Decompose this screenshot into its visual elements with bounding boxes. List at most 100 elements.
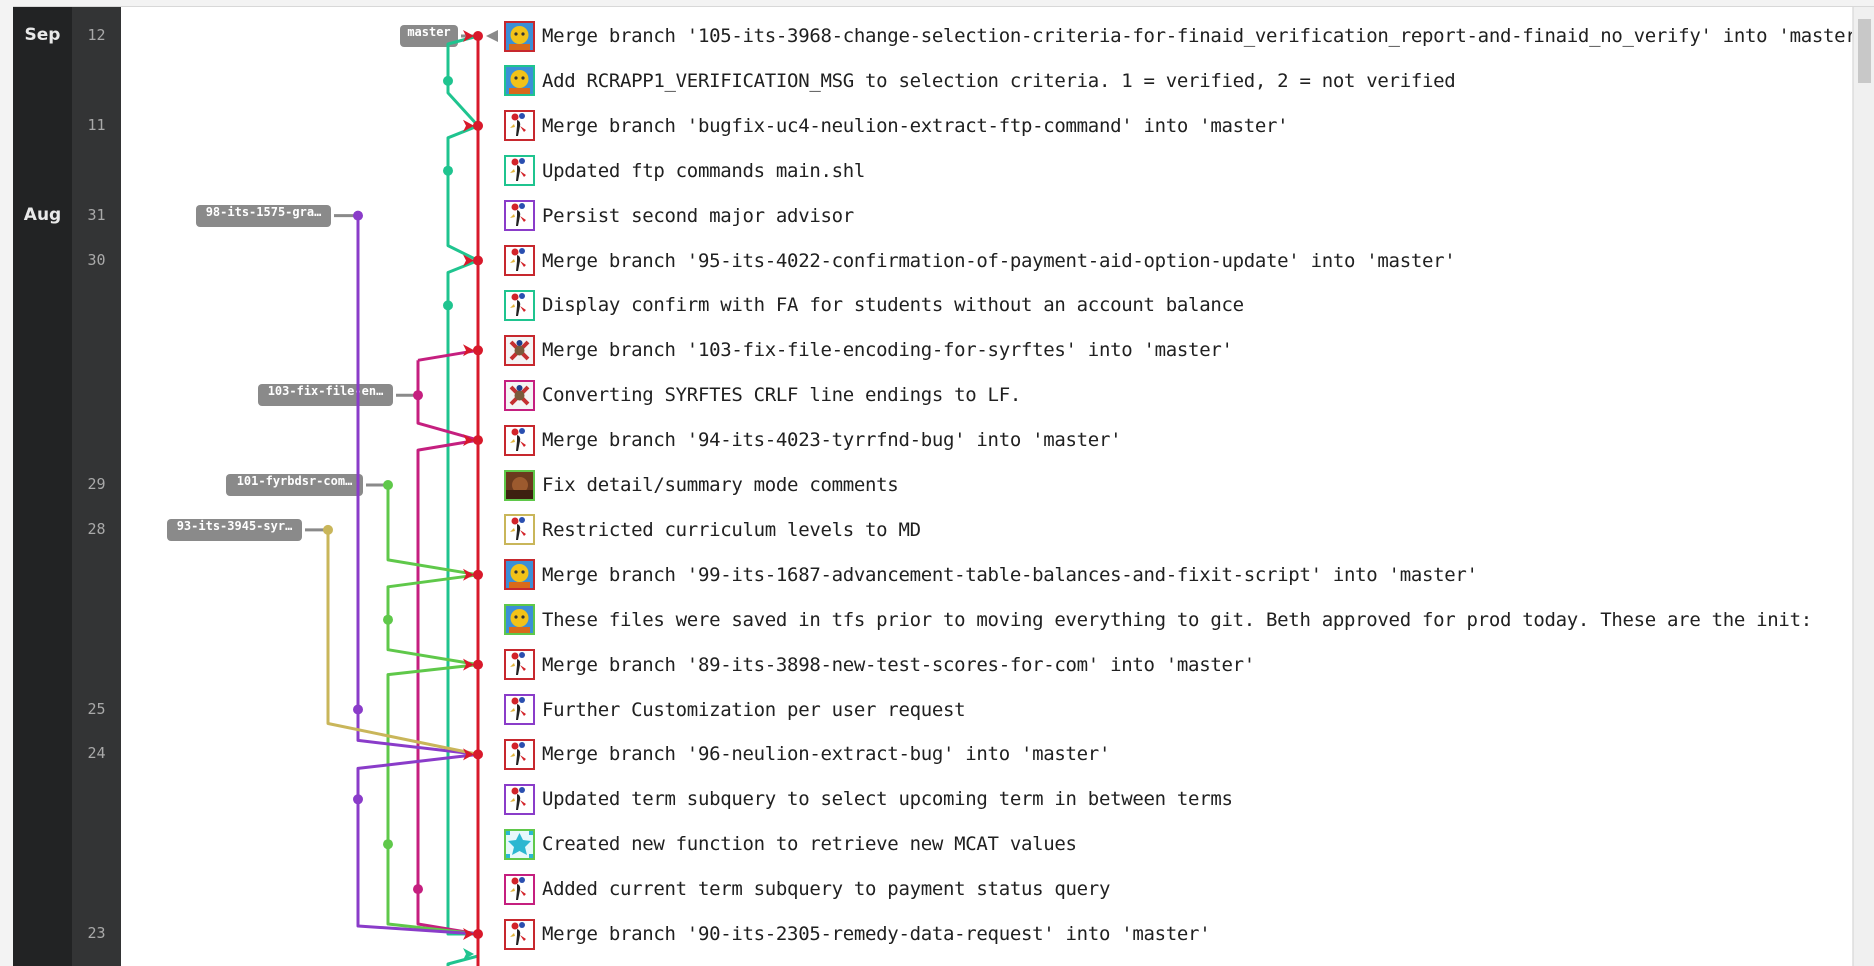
commit-message: Merge branch '89-its-3898-new-test-score…: [542, 653, 1255, 676]
avatar-image: [506, 696, 533, 723]
commit-row[interactable]: Merge branch '94-its-4023-tyrrfnd-bug' i…: [504, 418, 1122, 462]
commit-row[interactable]: Added current term subquery to payment s…: [504, 867, 1110, 911]
commit-dot-master: [473, 255, 483, 266]
commit-message: Merge branch '94-its-4023-tyrrfnd-bug' i…: [542, 429, 1122, 452]
avatar-image: [506, 67, 533, 95]
avatar-image: [506, 875, 533, 903]
commit-message: Merge branch 'bugfix-uc4-neulion-extract…: [542, 114, 1289, 137]
commit-row[interactable]: Updated term subquery to select upcoming…: [504, 777, 1233, 821]
merge-arrow: [463, 748, 474, 761]
commit-dot-master: [473, 435, 483, 446]
commit-message: Merge branch '99-its-1687-advancement-ta…: [542, 563, 1478, 586]
branch-line-green: [386, 573, 479, 667]
avatar-image: [506, 157, 533, 185]
avatar-image: [506, 740, 533, 768]
commit-row[interactable]: Merge branch '99-its-1687-advancement-ta…: [504, 553, 1478, 597]
branch-line-green: [386, 485, 479, 577]
commit-row[interactable]: Merge branch '90-its-2305-remedy-data-re…: [504, 912, 1211, 956]
commit-message: Add RCRAPP1_VERIFICATION_MSG to selectio…: [542, 69, 1456, 92]
author-avatar: [504, 694, 535, 725]
author-avatar: [504, 245, 535, 276]
commit-row[interactable]: Persist second major advisor: [504, 194, 854, 238]
avatar-image: [506, 112, 533, 140]
commit-dot-purple: [353, 794, 363, 805]
avatar-image: [506, 651, 533, 679]
commit-row[interactable]: These files were saved in tfs prior to m…: [504, 598, 1812, 642]
branch-line-teal: [446, 124, 479, 262]
commit-dot-teal: [443, 300, 453, 311]
author-avatar: [504, 65, 535, 97]
commit-row[interactable]: Merge branch '96-neulion-extract-bug' in…: [504, 732, 1110, 776]
avatar-image: [506, 291, 533, 319]
commit-dot-green: [383, 614, 393, 625]
author-avatar: [504, 110, 535, 142]
commit-row[interactable]: Restricted curriculum levels to MD: [504, 508, 921, 552]
avatar-image: [506, 830, 533, 858]
commit-message: Updated term subquery to select upcoming…: [542, 788, 1233, 811]
commit-message: Created new function to retrieve new MCA…: [542, 833, 1077, 856]
commit-row[interactable]: Merge branch 'bugfix-uc4-neulion-extract…: [504, 104, 1289, 148]
commit-message: Merge branch '90-its-2305-remedy-data-re…: [542, 923, 1211, 945]
commit-row[interactable]: Merge branch '89-its-3898-new-test-score…: [504, 643, 1255, 687]
avatar-image: [506, 202, 533, 230]
author-avatar: [504, 155, 535, 187]
commit-row[interactable]: Display confirm with FA for students wit…: [504, 283, 1244, 327]
commit-dot-green: [383, 839, 393, 850]
commit-message: Persist second major advisor: [542, 204, 854, 227]
avatar-image: [506, 336, 533, 364]
author-avatar: [504, 424, 535, 456]
avatar-image: [506, 561, 533, 589]
commit-message: Display confirm with FA for students wit…: [542, 294, 1244, 317]
avatar-image: [506, 516, 533, 544]
commit-row[interactable]: Fix detail/summary mode comments: [504, 463, 899, 507]
avatar-image: [506, 606, 533, 634]
commit-dot-master: [473, 659, 483, 670]
scrollbar-thumb[interactable]: [1858, 19, 1871, 83]
avatar-image: [506, 247, 533, 274]
commit-dot-master: [473, 569, 483, 580]
author-avatar: [504, 559, 535, 591]
branch-line-green: [386, 663, 479, 936]
avatar-image: [506, 471, 533, 499]
commit-dot-master: [473, 345, 483, 356]
author-avatar: [504, 379, 535, 411]
commit-dot-teal: [443, 75, 453, 86]
branch-line-teal: [446, 259, 479, 936]
author-avatar: [504, 738, 535, 770]
avatar-image: [506, 785, 533, 813]
vertical-scrollbar[interactable]: [1853, 7, 1874, 966]
author-avatar: [504, 649, 535, 681]
commit-row[interactable]: Add RCRAPP1_VERIFICATION_MSG to selectio…: [504, 59, 1456, 103]
commit-dot-green: [383, 480, 393, 490]
commit-message: These files were saved in tfs prior to m…: [542, 608, 1812, 631]
commit-row[interactable]: Further Customization per user request: [504, 688, 966, 732]
commit-row[interactable]: Created new function to retrieve new MCA…: [504, 822, 1077, 866]
commit-dot-purple: [353, 704, 363, 715]
author-avatar: [504, 604, 535, 636]
commit-row[interactable]: Merge branch '105-its-3968-change-select…: [504, 14, 1868, 58]
commit-dot-teal: [443, 165, 453, 176]
commit-message: Restricted curriculum levels to MD: [542, 518, 921, 541]
commit-dot-master: [473, 120, 483, 131]
commit-row[interactable]: Updated ftp commands main.shl: [504, 149, 865, 193]
commit-row[interactable]: Merge branch '95-its-4022-confirmation-o…: [504, 239, 1456, 283]
commit-row[interactable]: Merge branch '103-fix-file-encoding-for-…: [504, 328, 1233, 372]
head-pointer-icon: [486, 30, 498, 42]
author-avatar: [504, 20, 535, 52]
author-avatar: [504, 334, 535, 366]
commit-dot-purple: [353, 210, 363, 221]
commit-dot-olive: [323, 524, 333, 535]
commit-message: Fix detail/summary mode comments: [542, 474, 899, 496]
avatar-image: [506, 381, 533, 409]
commit-message: Merge branch '96-neulion-extract-bug' in…: [542, 743, 1111, 766]
author-avatar: [504, 918, 535, 950]
commit-message: Merge branch '105-its-3968-change-select…: [542, 25, 1868, 47]
commit-message: Merge branch '103-fix-file-encoding-for-…: [542, 339, 1233, 362]
commit-row[interactable]: Converting SYRFTES CRLF line endings to …: [504, 373, 1021, 417]
author-avatar: [504, 200, 535, 232]
avatar-image: [506, 920, 533, 948]
merge-arrow: [463, 344, 474, 357]
avatar-image: [506, 426, 533, 454]
author-avatar: [504, 828, 535, 860]
author-avatar: [504, 289, 535, 321]
